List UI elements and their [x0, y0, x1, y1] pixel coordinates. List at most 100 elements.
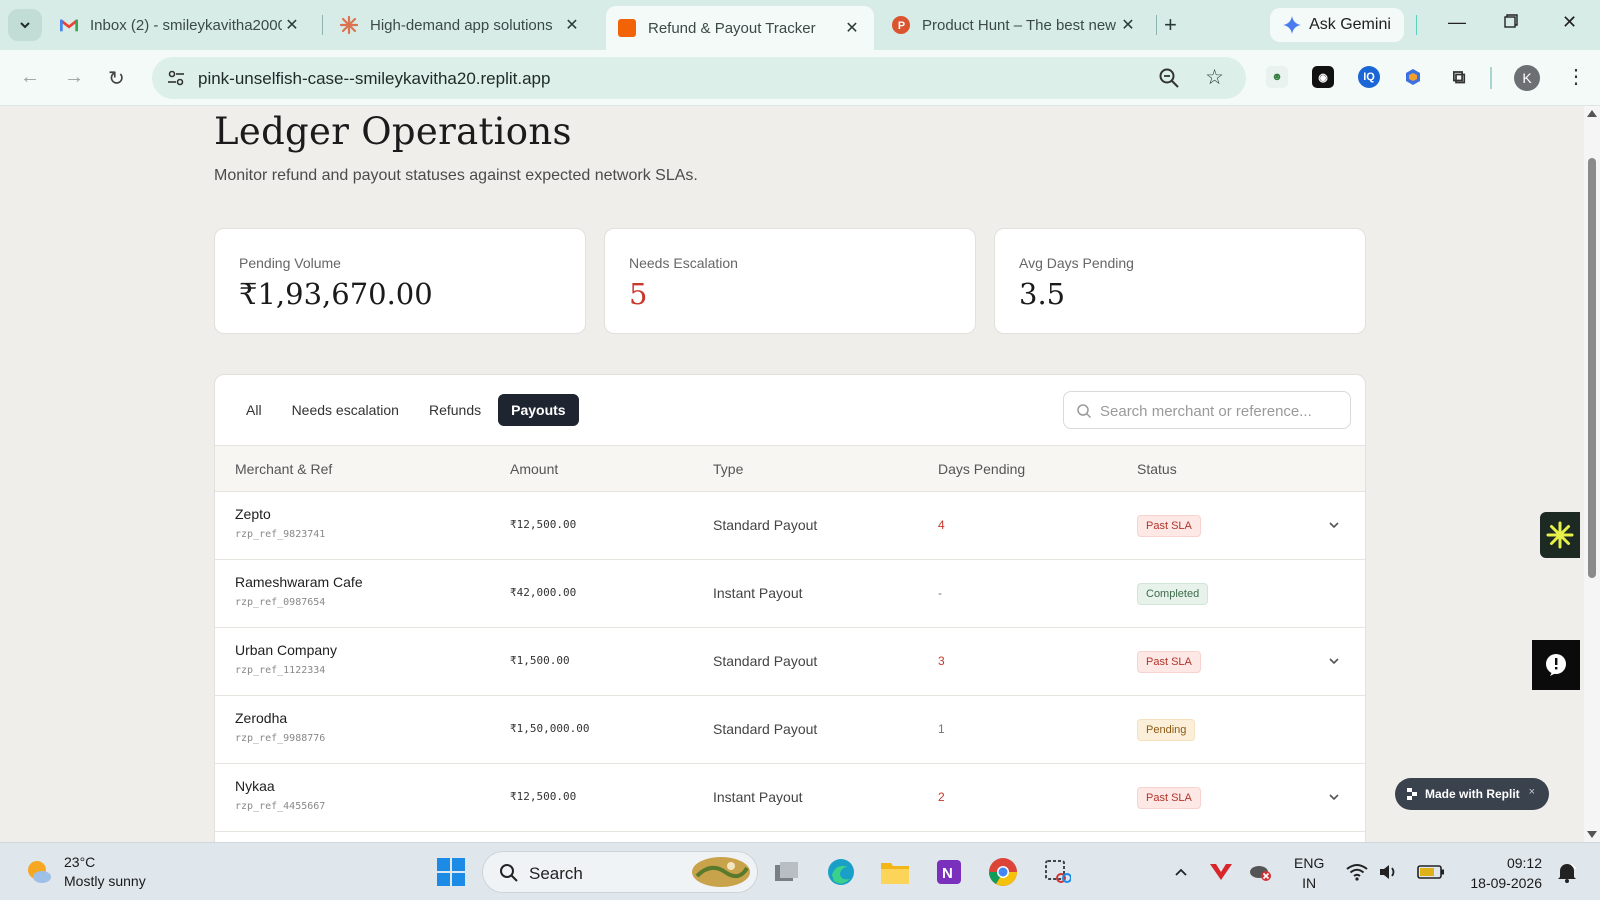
claude-icon: [340, 16, 358, 34]
snipping-tool-icon[interactable]: [1040, 855, 1074, 889]
table-row[interactable]: Urban Company rzp_ref_1122334 ₹1,500.00 …: [215, 628, 1365, 696]
windows-logo-icon: [437, 858, 465, 886]
close-icon[interactable]: ✕: [1118, 15, 1138, 35]
chevron-down-icon: [20, 22, 30, 29]
tab-title: Product Hunt – The best new: [922, 16, 1117, 34]
scrollbar-thumb[interactable]: [1588, 158, 1596, 578]
minimize-button[interactable]: —: [1448, 12, 1466, 33]
tab-gmail[interactable]: Inbox (2) - smileykavitha2000 ✕: [48, 8, 314, 42]
column-header-merchant: Merchant & Ref: [235, 461, 333, 477]
tab-refund-payout-tracker[interactable]: Refund & Payout Tracker ✕: [606, 6, 874, 50]
made-with-replit-badge[interactable]: Made with Replit ×: [1395, 778, 1549, 810]
chevron-down-icon[interactable]: [1327, 518, 1341, 532]
close-icon[interactable]: ×: [1529, 786, 1535, 798]
edge-browser-icon[interactable]: [824, 855, 858, 889]
column-header-type: Type: [713, 461, 744, 477]
filter-tab-refunds[interactable]: Refunds: [416, 394, 494, 426]
ask-gemini-button[interactable]: Ask Gemini: [1270, 8, 1404, 42]
payout-type: Standard Payout: [713, 721, 818, 737]
back-arrow-icon[interactable]: ←: [20, 66, 40, 89]
battery-icon[interactable]: [1414, 855, 1448, 889]
scroll-down-arrow-icon[interactable]: [1587, 831, 1597, 838]
language-code: ENG: [1294, 855, 1325, 871]
file-explorer-icon[interactable]: [878, 855, 912, 889]
chevron-up-icon[interactable]: [1164, 855, 1198, 889]
payout-type: Instant Payout: [713, 789, 803, 805]
days-pending: 4: [938, 518, 945, 532]
merchant-name: Zepto: [235, 506, 271, 522]
filter-tab-payouts[interactable]: Payouts: [498, 394, 579, 426]
chrome-taskbar-icon[interactable]: [986, 855, 1020, 889]
profile-avatar[interactable]: K: [1514, 65, 1540, 91]
scroll-up-arrow-icon[interactable]: [1587, 110, 1597, 117]
column-header-days-pending: Days Pending: [938, 461, 1026, 477]
merchant-name: Nykaa: [235, 778, 275, 794]
close-window-button[interactable]: ✕: [1562, 12, 1577, 33]
close-icon[interactable]: ✕: [562, 15, 582, 35]
page-scrollbar[interactable]: [1584, 106, 1600, 842]
payout-type: Standard Payout: [713, 517, 818, 533]
system-clock[interactable]: 09:12 18-09-2026: [1458, 853, 1542, 893]
tab-title: High-demand app solutions: [370, 16, 553, 34]
zoom-icon[interactable]: [1158, 67, 1180, 89]
reload-icon[interactable]: ↻: [108, 66, 125, 91]
restore-button[interactable]: [1504, 12, 1518, 33]
forward-arrow-icon[interactable]: →: [64, 66, 84, 89]
wifi-icon[interactable]: [1340, 855, 1374, 889]
stat-value: 3.5: [1019, 277, 1066, 311]
site-settings-icon[interactable]: [166, 68, 186, 88]
search-box[interactable]: [1063, 391, 1351, 429]
asterisk-icon: [1546, 521, 1574, 549]
payout-type: Instant Payout: [713, 585, 803, 601]
replit-agent-button[interactable]: [1540, 512, 1580, 558]
tab-title: Refund & Payout Tracker: [648, 19, 816, 37]
merchant-name: Urban Company: [235, 642, 337, 658]
menu-kebab-icon[interactable]: ⋮: [1566, 64, 1586, 89]
table-row[interactable]: Rameshwaram Cafe rzp_ref_0987654 ₹42,000…: [215, 560, 1365, 628]
url-text[interactable]: pink-unselfish-case--smileykavitha20.rep…: [198, 69, 550, 89]
tab-title: Inbox (2) - smileykavitha2000: [90, 16, 282, 34]
replit-icon: [618, 19, 636, 37]
antivirus-tray-icon[interactable]: [1204, 855, 1238, 889]
tab-product-hunt[interactable]: P Product Hunt – The best new ✕: [880, 8, 1150, 42]
extension-icon[interactable]: ◉: [1312, 66, 1334, 88]
weather-widget[interactable]: 23°C Mostly sunny: [24, 853, 146, 891]
volume-icon[interactable]: [1372, 855, 1406, 889]
filter-tab-needs-escalation[interactable]: Needs escalation: [279, 394, 412, 426]
chevron-down-icon[interactable]: [1327, 654, 1341, 668]
bookmark-star-icon[interactable]: ☆: [1205, 65, 1224, 90]
table-row[interactable]: Zepto rzp_ref_9823741 ₹12,500.00 Standar…: [215, 492, 1365, 560]
onenote-icon[interactable]: N: [932, 855, 966, 889]
onedrive-offline-icon[interactable]: [1244, 855, 1278, 889]
feedback-chat-button[interactable]: [1532, 640, 1580, 690]
extension-icon[interactable]: IQ: [1358, 66, 1380, 88]
new-tab-button[interactable]: +: [1164, 12, 1177, 38]
days-pending: 2: [938, 790, 945, 804]
merchant-ref: rzp_ref_9988776: [235, 733, 326, 744]
taskbar-search[interactable]: Search: [482, 851, 758, 893]
extension-icon[interactable]: ☻: [1266, 66, 1288, 88]
tab-search-button[interactable]: [8, 9, 42, 41]
close-icon[interactable]: ✕: [842, 18, 862, 38]
ledger-panel: All Needs escalation Refunds Payouts Mer…: [214, 374, 1366, 842]
start-button[interactable]: [434, 855, 468, 889]
task-view-icon[interactable]: [770, 855, 804, 889]
tab-claude[interactable]: High-demand app solutions ✕: [328, 8, 594, 42]
notification-bell-icon[interactable]: [1550, 855, 1584, 889]
stat-card-avg-days-pending: Avg Days Pending 3.5: [994, 228, 1366, 334]
search-input[interactable]: [1100, 400, 1340, 422]
table-row[interactable]: Nykaa rzp_ref_4455667 ₹12,500.00 Instant…: [215, 764, 1365, 832]
language-indicator[interactable]: ENG IN: [1294, 853, 1324, 893]
table-header: Merchant & Ref Amount Type Days Pending …: [215, 445, 1365, 492]
puzzle-extensions-icon[interactable]: ⧉: [1448, 66, 1470, 88]
days-pending: -: [938, 586, 942, 600]
sun-cloud-icon: [28, 861, 51, 883]
table-row[interactable]: Zerodha rzp_ref_9988776 ₹1,50,000.00 Sta…: [215, 696, 1365, 764]
status-badge: Past SLA: [1137, 515, 1201, 537]
page-title: Ledger Operations: [214, 110, 572, 153]
chevron-down-icon[interactable]: [1327, 790, 1341, 804]
address-bar[interactable]: pink-unselfish-case--smileykavitha20.rep…: [152, 57, 1246, 99]
extension-icon[interactable]: [1402, 66, 1424, 88]
close-icon[interactable]: ✕: [282, 15, 302, 35]
filter-tab-all[interactable]: All: [233, 394, 275, 426]
